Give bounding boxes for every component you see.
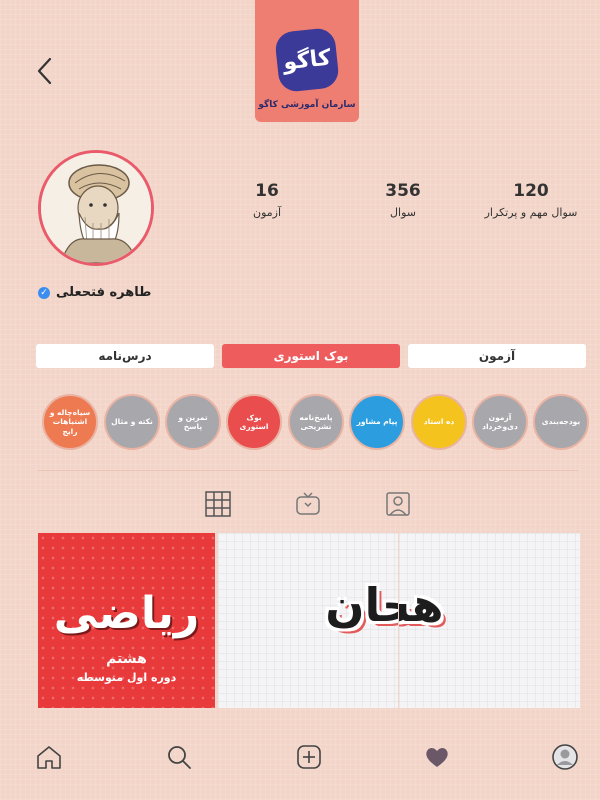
highlight-common-mistakes[interactable]: سیاه‌چاله و اشتباهات رایج <box>42 394 98 450</box>
highlight-exams-dey-khordad[interactable]: آزمون دی‌وخرداد <box>472 394 528 450</box>
highlight-book-story[interactable]: بوک استوری <box>226 394 282 450</box>
post-subtitle: هشتم <box>106 651 147 667</box>
tab-lesson[interactable]: درس‌نامه <box>36 344 214 368</box>
stat-value: 120 <box>513 181 549 201</box>
profile-icon <box>552 744 578 770</box>
profile-name-row: طاهره فتحعلی ✓ <box>38 285 151 300</box>
tab-book-story[interactable]: بوک استوری <box>222 344 400 368</box>
highlight-tips-examples[interactable]: نکته و مثال <box>104 394 160 450</box>
heart-icon <box>426 748 448 767</box>
post-caption: دوره اول متوسطه <box>76 671 177 684</box>
post-exam-right[interactable]: هشتگ <box>399 533 580 708</box>
nav-profile[interactable] <box>550 742 580 772</box>
profile-name: طاهره فتحعلی <box>56 285 152 300</box>
chevron-left-icon <box>37 57 52 85</box>
post-title: ریاضی <box>53 588 200 639</box>
nav-search[interactable] <box>164 742 194 772</box>
stat-important-questions[interactable]: 120 سوال مهم و پرتکرار <box>476 181 586 219</box>
stat-exams[interactable]: 16 آزمون <box>212 181 322 219</box>
nav-home[interactable] <box>34 742 64 772</box>
add-square-icon <box>297 745 321 769</box>
search-icon <box>168 746 191 769</box>
stat-value: 16 <box>255 181 279 201</box>
tv-icon <box>296 492 320 515</box>
brand-logo-tab: کاگو سازمان آموزشی کاگو <box>255 0 359 122</box>
brand-caption: سازمان آموزشی کاگو <box>258 100 356 110</box>
stat-questions[interactable]: 356 سوال <box>348 181 458 219</box>
stat-label: سوال مهم و پرتکرار <box>484 206 578 219</box>
avatar[interactable] <box>38 150 154 266</box>
post-math[interactable]: ریاضی هشتم دوره اول متوسطه <box>38 533 215 708</box>
stat-label: سوال <box>390 206 416 219</box>
tagged-user-icon <box>386 492 410 516</box>
brand-logo: کاگو <box>274 27 340 93</box>
stat-value: 356 <box>385 181 421 201</box>
posts-tagged-tab[interactable] <box>382 488 414 520</box>
back-button[interactable] <box>32 55 58 87</box>
divider <box>38 470 578 471</box>
grid-icon <box>205 491 231 517</box>
nav-likes[interactable] <box>422 742 452 772</box>
stat-label: آزمون <box>252 206 282 219</box>
highlight-answer-sheet[interactable]: پاسخ‌نامه تشریحی <box>288 394 344 450</box>
posts-grid-tab[interactable] <box>202 488 234 520</box>
post-title: هشتگ <box>399 578 444 632</box>
bottom-nav <box>0 730 600 784</box>
tab-exam[interactable]: آزمون <box>408 344 586 368</box>
post-title: امتحان <box>325 578 398 632</box>
post-exam-left[interactable]: امتحان <box>218 533 398 708</box>
nav-add[interactable] <box>294 742 324 772</box>
verified-badge-icon: ✓ <box>38 286 50 299</box>
posts-tv-tab[interactable] <box>292 488 324 520</box>
highlight-ten-teachers[interactable]: ده استاد <box>411 394 467 450</box>
highlight-exercise-answer[interactable]: تمرین و پاسخ <box>165 394 221 450</box>
home-icon <box>37 746 61 769</box>
highlight-budget[interactable]: بودجه‌بندی <box>533 394 589 450</box>
highlight-advisor-message[interactable]: پیام مشاور <box>349 394 405 450</box>
portrait-illustration <box>41 153 151 263</box>
